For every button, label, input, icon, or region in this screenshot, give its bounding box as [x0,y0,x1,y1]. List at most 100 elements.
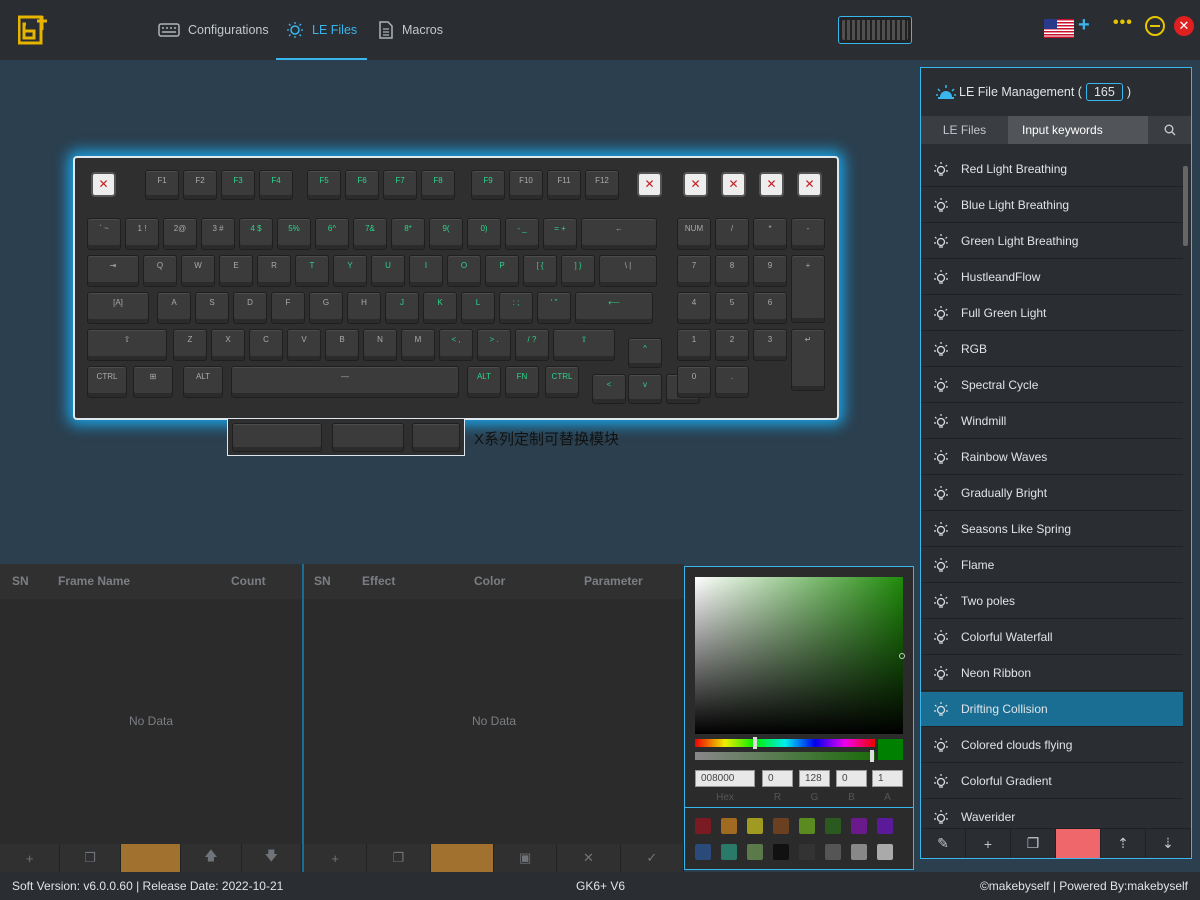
confirm-effect-button[interactable]: ✓ [621,844,684,872]
key-row1-4[interactable]: 4 $ [239,218,273,250]
key-row1-5[interactable]: 5% [277,218,311,250]
move-frame-down-button[interactable]: 🡇 [242,844,303,872]
numpad-r3-0[interactable]: 4 [677,292,711,324]
key-f1[interactable]: F1 [145,170,179,200]
key-row3-4[interactable]: F [271,292,305,324]
key-row1-6[interactable]: 6^ [315,218,349,250]
hue-slider[interactable] [695,739,875,747]
le-file-item[interactable]: Neon Ribbon [921,656,1183,691]
key-row1-1[interactable]: 1 ! [125,218,159,250]
le-file-item[interactable]: HustleandFlow [921,260,1183,295]
numpad-r3-1[interactable]: 5 [715,292,749,324]
hex-input[interactable]: 008000 [695,770,755,787]
numpad-r5-0[interactable]: 0 [677,366,711,398]
copy-frame-button[interactable]: ❐ [60,844,121,872]
esc-key-macro[interactable] [91,172,116,197]
key-row2-8[interactable]: I [409,255,443,287]
key-row2-4[interactable]: R [257,255,291,287]
arrow-key-0[interactable]: ^ [628,338,662,368]
numpad-r4-0[interactable]: 1 [677,329,711,361]
key-f5[interactable]: F5 [307,170,341,200]
color-swatch[interactable] [773,844,789,860]
key-row4-4[interactable]: V [287,329,321,361]
key-row4-9[interactable]: > . [477,329,511,361]
copy-effect-button[interactable]: ❐ [367,844,431,872]
key-row1-10[interactable]: 0) [467,218,501,250]
le-file-item[interactable]: Colored clouds flying [921,728,1183,763]
numpad-r1-3[interactable]: - [791,218,825,250]
key-row1-8[interactable]: 8* [391,218,425,250]
import-file-button[interactable]: ⇣ [1146,829,1191,858]
color-swatch[interactable] [825,818,841,834]
key-row1-7[interactable]: 7& [353,218,387,250]
arrow-key-1[interactable]: < [592,374,626,404]
alpha-slider[interactable] [695,752,875,760]
numpad-r5-1[interactable]: . [715,366,749,398]
keyboard-device-thumbnail[interactable] [838,16,912,44]
color-swatch[interactable] [877,844,893,860]
tab-le-files-filter[interactable]: LE Files [921,116,1008,144]
le-file-item[interactable]: Windmill [921,404,1183,439]
delete-frame-button[interactable]: ■ [120,844,182,872]
module-key-3[interactable] [412,423,460,452]
key-row5-3[interactable]: — [231,366,459,398]
color-swatch[interactable] [695,844,711,860]
macro-key-5[interactable] [797,172,822,197]
le-file-item[interactable]: Full Green Light [921,296,1183,331]
key-row3-3[interactable]: D [233,292,267,324]
numpad-r2-2[interactable]: 9 [753,255,787,287]
key-f11[interactable]: F11 [547,170,581,200]
color-swatch[interactable] [877,818,893,834]
key-row1-3[interactable]: 3 # [201,218,235,250]
key-row2-7[interactable]: U [371,255,405,287]
key-row2-3[interactable]: E [219,255,253,287]
le-file-item[interactable]: Drifting Collision [921,692,1183,727]
le-file-item[interactable]: Blue Light Breathing [921,188,1183,223]
key-row1-11[interactable]: - _ [505,218,539,250]
alpha-input[interactable]: 1 [872,770,903,787]
le-file-item[interactable]: Green Light Breathing [921,224,1183,259]
le-file-item[interactable]: Colorful Waterfall [921,620,1183,655]
numpad-r2-3[interactable]: + [791,255,825,323]
delete-effect-button[interactable]: ■ [430,844,494,872]
key-row2-1[interactable]: Q [143,255,177,287]
key-row2-9[interactable]: O [447,255,481,287]
le-file-item[interactable]: Red Light Breathing [921,152,1183,187]
le-file-item[interactable]: Waverider [921,800,1183,828]
key-row3-11[interactable]: ' " [537,292,571,324]
key-row2-0[interactable]: ⇥ [87,255,139,287]
key-row5-6[interactable]: CTRL [545,366,579,398]
color-swatch[interactable] [721,844,737,860]
key-f2[interactable]: F2 [183,170,217,200]
arrow-key-2[interactable]: v [628,374,662,404]
color-swatch[interactable] [695,818,711,834]
key-row3-9[interactable]: L [461,292,495,324]
macro-key-3[interactable] [721,172,746,197]
key-row4-7[interactable]: M [401,329,435,361]
key-row3-2[interactable]: S [195,292,229,324]
red-input[interactable]: 0 [762,770,793,787]
green-input[interactable]: 128 [799,770,830,787]
export-file-button[interactable]: ⇡ [1101,829,1146,858]
key-f6[interactable]: F6 [345,170,379,200]
key-row3-1[interactable]: A [157,292,191,324]
color-swatch[interactable] [851,818,867,834]
search-input[interactable]: Input keywords [1008,116,1148,144]
list-scrollbar[interactable] [1183,166,1188,246]
key-row3-10[interactable]: : ; [499,292,533,324]
key-row1-13[interactable]: ← [581,218,657,250]
key-f4[interactable]: F4 [259,170,293,200]
key-row4-5[interactable]: B [325,329,359,361]
key-row1-12[interactable]: = + [543,218,577,250]
le-file-item[interactable]: RGB [921,332,1183,367]
color-swatch[interactable] [825,844,841,860]
key-row5-5[interactable]: FN [505,366,539,398]
tab-macros[interactable]: Macros [378,0,443,60]
module-key-1[interactable] [232,423,322,452]
color-swatch[interactable] [747,818,763,834]
numpad-r2-1[interactable]: 8 [715,255,749,287]
key-f12[interactable]: F12 [585,170,619,200]
color-swatch[interactable] [773,818,789,834]
alpha-handle[interactable] [870,750,874,762]
key-row1-0[interactable]: ` ~ [87,218,121,250]
